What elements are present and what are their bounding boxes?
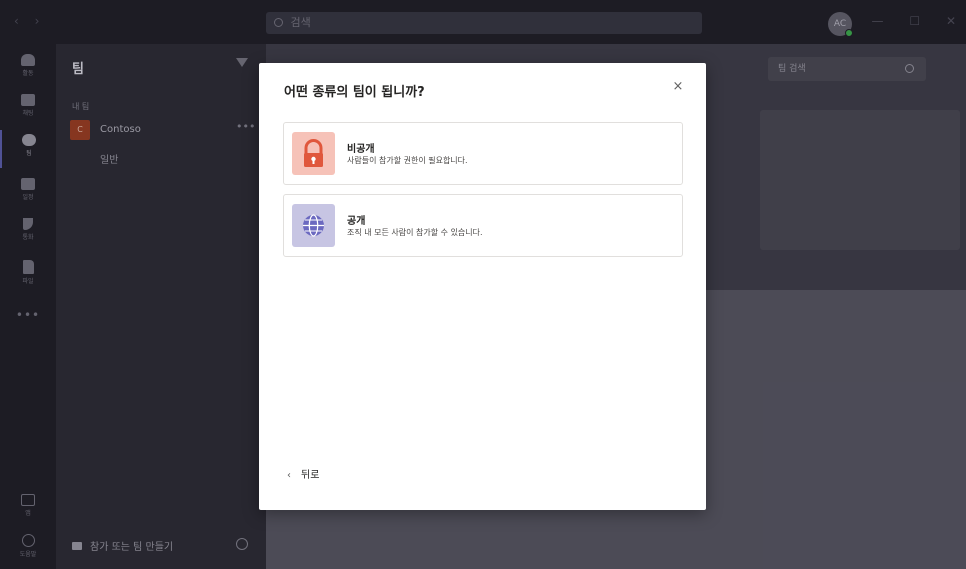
close-icon[interactable]: × [671,80,685,94]
private-team-option[interactable]: 비공개 사람들이 참가할 권한이 필요합니다. [283,122,683,185]
team-type-dialog: 어떤 종류의 팀이 됩니까? × 비공개 사람들이 참가할 권한이 필요합니다.… [259,63,706,510]
globe-icon [303,214,324,237]
chevron-left-icon: ‹ [287,470,291,481]
globe-icon-tile [292,204,335,247]
lock-icon [304,139,323,167]
option-title: 공개 [347,216,366,227]
public-team-option[interactable]: 공개 조직 내 모든 사람이 참가할 수 있습니다. [283,194,683,257]
back-label: 뒤로 [301,470,320,481]
option-description: 사람들이 참가할 권한이 필요합니다. [347,156,468,165]
option-title: 비공개 [347,144,375,155]
back-button[interactable]: ‹ 뒤로 [287,466,319,481]
option-description: 조직 내 모든 사람이 참가할 수 있습니다. [347,228,483,237]
lock-icon-tile [292,132,335,175]
dialog-title: 어떤 종류의 팀이 됩니까? [284,85,425,100]
